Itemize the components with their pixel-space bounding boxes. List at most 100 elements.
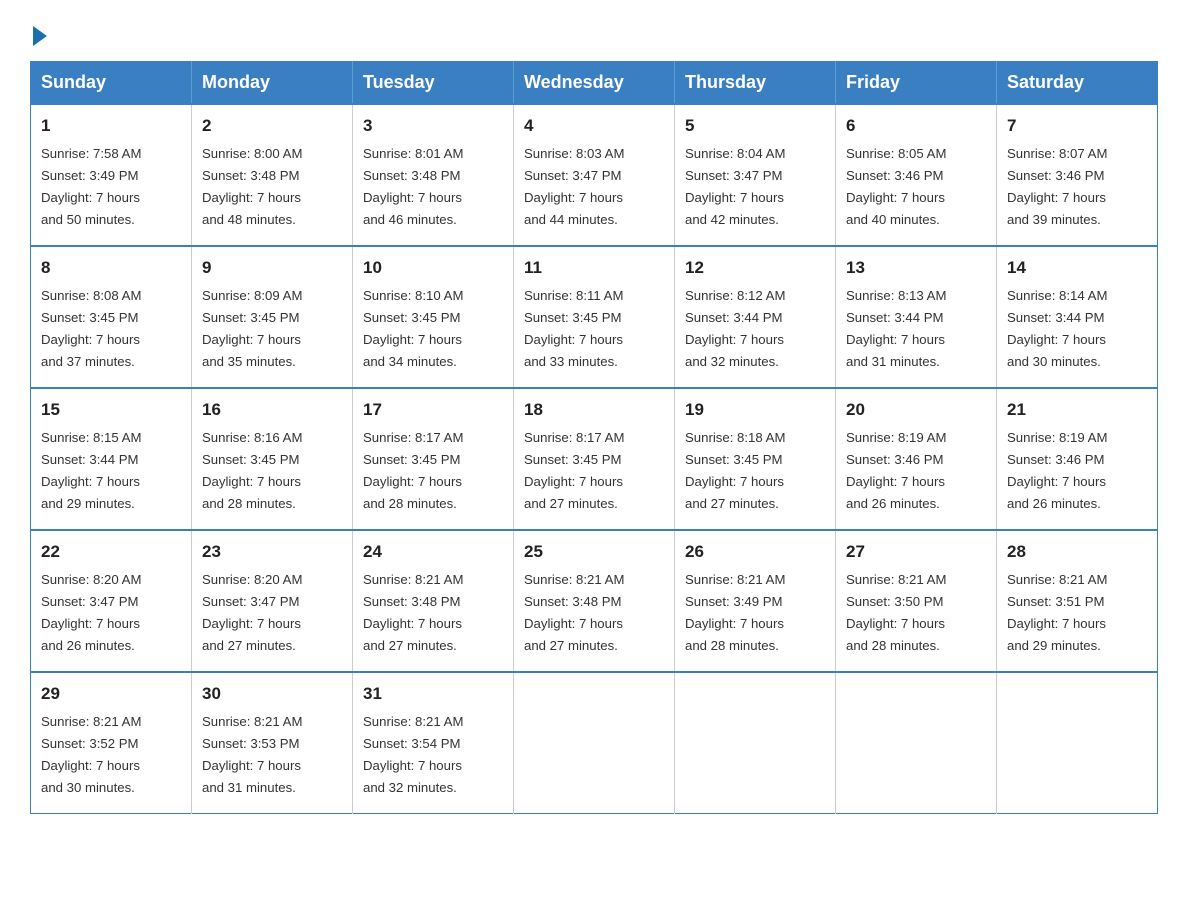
day-number: 28 <box>1007 539 1147 565</box>
col-saturday: Saturday <box>997 62 1158 105</box>
col-tuesday: Tuesday <box>353 62 514 105</box>
day-number: 12 <box>685 255 825 281</box>
day-info: Sunrise: 8:14 AMSunset: 3:44 PMDaylight:… <box>1007 288 1107 369</box>
logo <box>30 20 49 43</box>
day-info: Sunrise: 8:21 AMSunset: 3:48 PMDaylight:… <box>363 572 463 653</box>
day-number: 17 <box>363 397 503 423</box>
calendar-cell: 2 Sunrise: 8:00 AMSunset: 3:48 PMDaylight… <box>192 104 353 246</box>
day-info: Sunrise: 8:18 AMSunset: 3:45 PMDaylight:… <box>685 430 785 511</box>
col-monday: Monday <box>192 62 353 105</box>
calendar-cell <box>514 672 675 814</box>
week-row-4: 22 Sunrise: 8:20 AMSunset: 3:47 PMDayligh… <box>31 530 1158 672</box>
calendar-cell: 19Sunrise: 8:18 AMSunset: 3:45 PMDayligh… <box>675 388 836 530</box>
day-info: Sunrise: 8:16 AMSunset: 3:45 PMDaylight:… <box>202 430 302 511</box>
day-number: 18 <box>524 397 664 423</box>
day-number: 22 <box>41 539 181 565</box>
day-number: 25 <box>524 539 664 565</box>
calendar-cell: 5 Sunrise: 8:04 AMSunset: 3:47 PMDaylight… <box>675 104 836 246</box>
day-info: Sunrise: 8:17 AMSunset: 3:45 PMDaylight:… <box>524 430 624 511</box>
day-info: Sunrise: 8:01 AMSunset: 3:48 PMDaylight:… <box>363 146 463 227</box>
calendar-cell: 17 Sunrise: 8:17 AMSunset: 3:45 PMDayligh… <box>353 388 514 530</box>
day-info: Sunrise: 8:19 AMSunset: 3:46 PMDaylight:… <box>1007 430 1107 511</box>
day-number: 27 <box>846 539 986 565</box>
col-thursday: Thursday <box>675 62 836 105</box>
calendar-cell: 20 Sunrise: 8:19 AMSunset: 3:46 PMDayligh… <box>836 388 997 530</box>
calendar-cell: 15 Sunrise: 8:15 AMSunset: 3:44 PMDayligh… <box>31 388 192 530</box>
calendar-cell: 10Sunrise: 8:10 AMSunset: 3:45 PMDayligh… <box>353 246 514 388</box>
day-number: 4 <box>524 113 664 139</box>
logo-arrow-icon <box>33 26 47 46</box>
header-row: Sunday Monday Tuesday Wednesday Thursday… <box>31 62 1158 105</box>
col-friday: Friday <box>836 62 997 105</box>
day-info: Sunrise: 8:10 AMSunset: 3:45 PMDaylight:… <box>363 288 463 369</box>
calendar-cell: 14Sunrise: 8:14 AMSunset: 3:44 PMDayligh… <box>997 246 1158 388</box>
calendar-cell: 7 Sunrise: 8:07 AMSunset: 3:46 PMDaylight… <box>997 104 1158 246</box>
day-number: 24 <box>363 539 503 565</box>
calendar-cell: 29 Sunrise: 8:21 AMSunset: 3:52 PMDayligh… <box>31 672 192 814</box>
day-info: Sunrise: 8:21 AMSunset: 3:49 PMDaylight:… <box>685 572 785 653</box>
calendar-header: Sunday Monday Tuesday Wednesday Thursday… <box>31 62 1158 105</box>
day-info: Sunrise: 8:21 AMSunset: 3:48 PMDaylight:… <box>524 572 624 653</box>
day-info: Sunrise: 8:15 AMSunset: 3:44 PMDaylight:… <box>41 430 141 511</box>
calendar-cell: 8Sunrise: 8:08 AMSunset: 3:45 PMDaylight… <box>31 246 192 388</box>
calendar-cell: 27Sunrise: 8:21 AMSunset: 3:50 PMDayligh… <box>836 530 997 672</box>
col-wednesday: Wednesday <box>514 62 675 105</box>
day-info: Sunrise: 8:20 AMSunset: 3:47 PMDaylight:… <box>202 572 302 653</box>
day-info: Sunrise: 8:04 AMSunset: 3:47 PMDaylight:… <box>685 146 785 227</box>
day-number: 16 <box>202 397 342 423</box>
calendar-cell: 22 Sunrise: 8:20 AMSunset: 3:47 PMDayligh… <box>31 530 192 672</box>
col-sunday: Sunday <box>31 62 192 105</box>
day-info: Sunrise: 7:58 AMSunset: 3:49 PMDaylight:… <box>41 146 141 227</box>
day-info: Sunrise: 8:21 AMSunset: 3:53 PMDaylight:… <box>202 714 302 795</box>
day-info: Sunrise: 8:11 AMSunset: 3:45 PMDaylight:… <box>524 288 623 369</box>
day-info: Sunrise: 8:00 AMSunset: 3:48 PMDaylight:… <box>202 146 302 227</box>
calendar-cell: 16 Sunrise: 8:16 AMSunset: 3:45 PMDayligh… <box>192 388 353 530</box>
page-header <box>30 20 1158 43</box>
calendar-cell: 28 Sunrise: 8:21 AMSunset: 3:51 PMDayligh… <box>997 530 1158 672</box>
day-info: Sunrise: 8:08 AMSunset: 3:45 PMDaylight:… <box>41 288 141 369</box>
calendar-cell: 24 Sunrise: 8:21 AMSunset: 3:48 PMDayligh… <box>353 530 514 672</box>
day-number: 30 <box>202 681 342 707</box>
day-info: Sunrise: 8:03 AMSunset: 3:47 PMDaylight:… <box>524 146 624 227</box>
day-info: Sunrise: 8:21 AMSunset: 3:51 PMDaylight:… <box>1007 572 1107 653</box>
day-number: 23 <box>202 539 342 565</box>
calendar-cell: 11 Sunrise: 8:11 AMSunset: 3:45 PMDayligh… <box>514 246 675 388</box>
day-info: Sunrise: 8:12 AMSunset: 3:44 PMDaylight:… <box>685 288 785 369</box>
day-number: 15 <box>41 397 181 423</box>
day-info: Sunrise: 8:05 AMSunset: 3:46 PMDaylight:… <box>846 146 946 227</box>
day-info: Sunrise: 8:17 AMSunset: 3:45 PMDaylight:… <box>363 430 463 511</box>
calendar-body: 1 Sunrise: 7:58 AMSunset: 3:49 PMDaylight… <box>31 104 1158 814</box>
calendar-cell: 1 Sunrise: 7:58 AMSunset: 3:49 PMDaylight… <box>31 104 192 246</box>
day-number: 11 <box>524 255 664 281</box>
day-number: 7 <box>1007 113 1147 139</box>
day-info: Sunrise: 8:07 AMSunset: 3:46 PMDaylight:… <box>1007 146 1107 227</box>
day-number: 2 <box>202 113 342 139</box>
calendar-cell: 23 Sunrise: 8:20 AMSunset: 3:47 PMDayligh… <box>192 530 353 672</box>
calendar-cell: 12 Sunrise: 8:12 AMSunset: 3:44 PMDayligh… <box>675 246 836 388</box>
day-number: 1 <box>41 113 181 139</box>
week-row-1: 1 Sunrise: 7:58 AMSunset: 3:49 PMDaylight… <box>31 104 1158 246</box>
calendar-cell: 13 Sunrise: 8:13 AMSunset: 3:44 PMDayligh… <box>836 246 997 388</box>
calendar-cell: 30 Sunrise: 8:21 AMSunset: 3:53 PMDayligh… <box>192 672 353 814</box>
day-number: 13 <box>846 255 986 281</box>
day-info: Sunrise: 8:19 AMSunset: 3:46 PMDaylight:… <box>846 430 946 511</box>
day-info: Sunrise: 8:09 AMSunset: 3:45 PMDaylight:… <box>202 288 302 369</box>
day-number: 5 <box>685 113 825 139</box>
day-number: 29 <box>41 681 181 707</box>
calendar-cell: 25 Sunrise: 8:21 AMSunset: 3:48 PMDayligh… <box>514 530 675 672</box>
calendar-cell <box>997 672 1158 814</box>
calendar-cell: 3Sunrise: 8:01 AMSunset: 3:48 PMDaylight… <box>353 104 514 246</box>
day-info: Sunrise: 8:13 AMSunset: 3:44 PMDaylight:… <box>846 288 946 369</box>
day-number: 31 <box>363 681 503 707</box>
day-info: Sunrise: 8:21 AMSunset: 3:54 PMDaylight:… <box>363 714 463 795</box>
calendar-cell <box>675 672 836 814</box>
day-info: Sunrise: 8:20 AMSunset: 3:47 PMDaylight:… <box>41 572 141 653</box>
day-number: 20 <box>846 397 986 423</box>
day-info: Sunrise: 8:21 AMSunset: 3:52 PMDaylight:… <box>41 714 141 795</box>
day-number: 6 <box>846 113 986 139</box>
calendar-cell: 21 Sunrise: 8:19 AMSunset: 3:46 PMDayligh… <box>997 388 1158 530</box>
calendar-cell: 6 Sunrise: 8:05 AMSunset: 3:46 PMDaylight… <box>836 104 997 246</box>
day-number: 26 <box>685 539 825 565</box>
week-row-5: 29 Sunrise: 8:21 AMSunset: 3:52 PMDayligh… <box>31 672 1158 814</box>
day-number: 21 <box>1007 397 1147 423</box>
